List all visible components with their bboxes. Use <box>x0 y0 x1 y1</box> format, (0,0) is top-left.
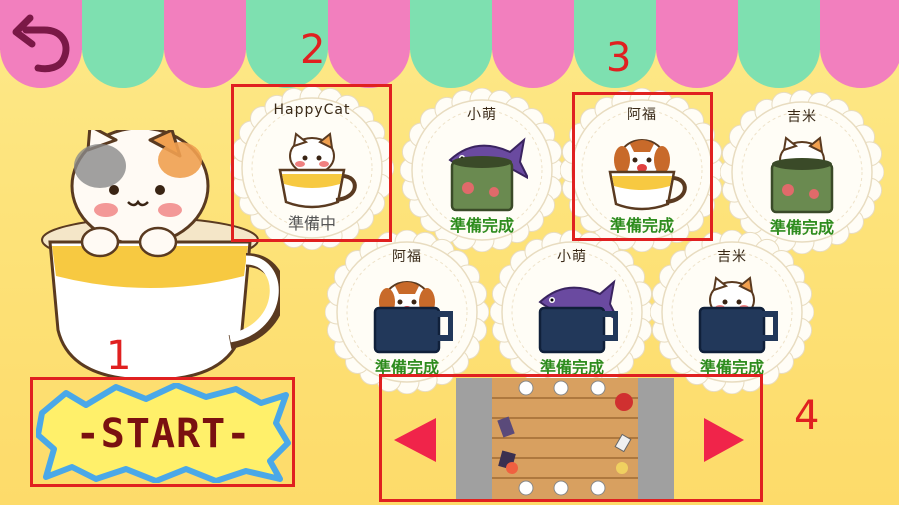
back-arrow-icon[interactable] <box>8 8 78 78</box>
annotation-number-4: 4 <box>794 393 820 439</box>
character-name: 小萌 <box>467 107 497 123</box>
character-name: 吉米 <box>787 109 817 125</box>
character-name: 小萌 <box>557 249 587 265</box>
character-slot[interactable]: 阿福 準備完成 <box>325 230 489 394</box>
annotation-box-4 <box>379 374 763 502</box>
fish-in-green-can-icon <box>448 137 528 212</box>
character-name: 阿福 <box>392 249 422 265</box>
cat-in-green-can-icon <box>770 136 834 214</box>
character-name: 吉米 <box>717 249 747 265</box>
annotation-box-3 <box>572 92 713 241</box>
annotation-number-1: 1 <box>106 333 132 379</box>
fish-in-navy-mug-icon <box>538 279 618 354</box>
annotation-number-2: 2 <box>300 27 326 73</box>
cat-in-navy-mug-icon <box>698 276 778 354</box>
character-slot[interactable]: 吉米 準備完成 <box>650 230 814 394</box>
awning-banner <box>0 0 899 88</box>
dog-in-navy-mug-icon <box>373 281 453 354</box>
annotation-number-3: 3 <box>606 35 632 81</box>
annotation-box-1 <box>30 377 295 487</box>
character-slot[interactable]: 小萌 準備完成 <box>490 230 654 394</box>
annotation-box-2 <box>231 84 392 242</box>
character-slot[interactable]: 小萌 準備完成 <box>400 88 564 252</box>
